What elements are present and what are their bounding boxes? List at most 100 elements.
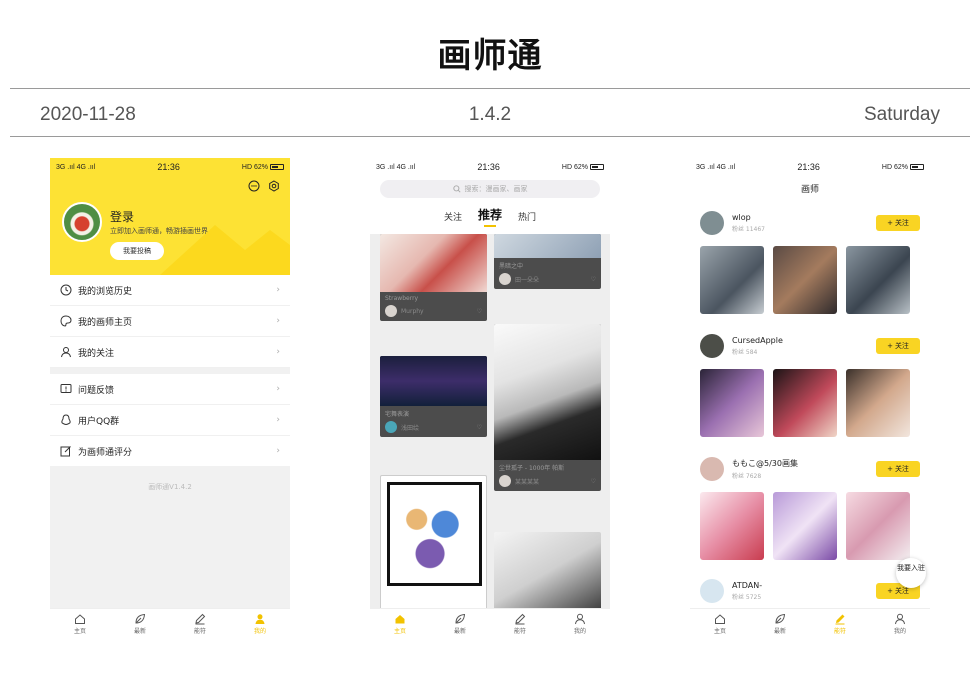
search-icon <box>452 185 461 193</box>
artwork-thumbnail[interactable] <box>773 246 837 314</box>
menu-item-history[interactable]: 我的浏览历史 › <box>50 275 290 306</box>
follow-button[interactable]: + 关注 <box>876 338 920 354</box>
tab-commission[interactable]: 能符 <box>490 609 550 638</box>
artwork-thumbnail[interactable] <box>773 492 837 560</box>
avatar <box>499 273 511 285</box>
tab-label: 我的 <box>573 627 586 635</box>
card-user: Murphy <box>401 307 424 315</box>
avatar[interactable] <box>62 202 102 242</box>
login-link[interactable]: 登录 <box>110 208 134 225</box>
battery-icon <box>910 163 924 170</box>
menu-item-rate-app[interactable]: 为画师通评分 › <box>50 436 290 467</box>
artist-name[interactable]: ATDAN- <box>732 581 762 590</box>
artwork-card[interactable]: 宅舞表演 浅田绘 ♡ <box>380 356 487 437</box>
card-user: 浅田绘 <box>401 424 420 432</box>
tab-popular[interactable]: 热门 <box>518 210 536 223</box>
avatar[interactable] <box>700 579 724 603</box>
message-icon[interactable] <box>248 180 260 192</box>
tab-home[interactable]: 主页 <box>370 609 430 638</box>
feedback-icon <box>60 383 72 395</box>
avatar[interactable] <box>700 211 724 235</box>
artwork-image <box>494 324 601 460</box>
screen-title: 画师 <box>800 185 819 195</box>
menu-item-following[interactable]: 我的关注 › <box>50 337 290 368</box>
tab-latest[interactable]: 最新 <box>430 609 490 638</box>
artwork-image <box>380 234 487 292</box>
chevron-right-icon: › <box>276 384 280 394</box>
artwork-thumbnail[interactable] <box>846 369 910 437</box>
tab-mine[interactable]: 我的 <box>870 609 930 638</box>
join-as-artist-button[interactable]: 我要入驻 <box>896 558 926 588</box>
artwork-thumbnail[interactable] <box>700 369 764 437</box>
menu-item-label: 我的关注 <box>78 348 115 359</box>
tab-latest[interactable]: 最新 <box>110 609 170 638</box>
artwork-card[interactable]: 尘世孤子 - 1000年 帕斯 某某某某 ♡ <box>494 324 601 491</box>
battery-text: HD 62% <box>881 163 908 171</box>
follow-button[interactable]: + 关注 <box>876 215 920 231</box>
artwork-thumbnail[interactable] <box>700 246 764 314</box>
user-icon <box>255 613 265 624</box>
artwork-thumbnail[interactable] <box>773 369 837 437</box>
menu-item-artist-page[interactable]: 我的画师主页 › <box>50 306 290 337</box>
artist-name[interactable]: CursedApple <box>732 336 783 345</box>
menu-item-label: 我的浏览历史 <box>78 286 133 297</box>
avatar <box>499 475 511 487</box>
menu-item-qq-group[interactable]: 用户QQ群 › <box>50 405 290 436</box>
tab-mine[interactable]: 我的 <box>230 609 290 638</box>
heart-icon[interactable]: ♡ <box>477 424 482 431</box>
card-user: 田一朵朵 <box>515 276 540 284</box>
artwork-image <box>387 482 482 586</box>
plus-icon: + <box>887 587 893 595</box>
menu-item-label: 为画师通评分 <box>78 447 133 458</box>
avatar <box>385 421 397 433</box>
tab-following[interactable]: 关注 <box>444 210 462 223</box>
menu-item-feedback[interactable]: 问题反馈 › <box>50 374 290 405</box>
artist-name[interactable]: ももこ@5/30画集 <box>732 458 798 469</box>
artist-fans: 粉丝 584 <box>732 349 758 356</box>
artwork-thumbnail[interactable] <box>846 492 910 560</box>
tab-latest[interactable]: 最新 <box>750 609 810 638</box>
login-subtitle: 立即加入画师通，畅游插画世界 <box>110 227 208 235</box>
search-input[interactable]: 搜索：漫画家、画家 <box>380 180 600 198</box>
heart-icon[interactable]: ♡ <box>477 308 482 315</box>
edit-icon <box>60 445 72 457</box>
post-artwork-button[interactable]: 我要投稿 <box>110 242 164 260</box>
signal-text: 3G .ııl 4G .ııl <box>696 163 736 171</box>
user-icon <box>575 613 585 624</box>
leaf-icon <box>135 613 146 624</box>
artist-name[interactable]: wlop <box>732 213 765 222</box>
artwork-card[interactable] <box>380 475 487 608</box>
version-text: 1.4.2 <box>468 104 512 125</box>
avatar[interactable] <box>700 334 724 358</box>
follow-label: 关注 <box>894 465 909 473</box>
bottom-tab-bar: 主页 最新 能符 我的 <box>50 608 290 638</box>
artwork-card[interactable]: Strawberry Murphy ♡ <box>380 234 487 321</box>
follow-button[interactable]: + 关注 <box>876 461 920 477</box>
tab-home[interactable]: 主页 <box>690 609 750 638</box>
menu-item-label: 用户QQ群 <box>78 416 120 427</box>
user-icon <box>895 613 905 624</box>
artwork-card[interactable] <box>494 532 601 608</box>
tab-home[interactable]: 主页 <box>50 609 110 638</box>
artwork-thumbnail[interactable] <box>846 246 910 314</box>
heart-icon[interactable]: ♡ <box>591 276 596 283</box>
artist-fans: 粉丝 11467 <box>732 226 765 233</box>
settings-gear-icon[interactable] <box>268 180 280 192</box>
tab-mine[interactable]: 我的 <box>550 609 610 638</box>
bottom-tab-bar: 主页 最新 能符 我的 <box>370 608 610 638</box>
phone-artists-screen: 3G .ııl 4G .ııl 21:36 HD 62% 画师 wlop 粉丝 1… <box>690 158 930 638</box>
divider-bottom <box>10 136 970 137</box>
artist-fans: 粉丝 7628 <box>732 473 762 480</box>
tab-recommended[interactable]: 推荐 <box>478 206 502 227</box>
artwork-thumbnail[interactable] <box>700 492 764 560</box>
artwork-card[interactable]: 黑暗之中 田一朵朵 ♡ <box>494 234 601 289</box>
avatar[interactable] <box>700 457 724 481</box>
tab-commission[interactable]: 能符 <box>170 609 230 638</box>
divider-top <box>10 88 970 89</box>
tab-label: 我的 <box>253 627 266 635</box>
tab-label: 能符 <box>193 627 206 635</box>
heart-icon[interactable]: ♡ <box>591 478 596 485</box>
tab-label: 能符 <box>513 627 526 635</box>
tab-commission[interactable]: 能符 <box>810 609 870 638</box>
phone-profile-screen: 3G .ııl 4G .ııl 21:36 HD 62% 登录 立即加入画师通，… <box>50 158 290 638</box>
